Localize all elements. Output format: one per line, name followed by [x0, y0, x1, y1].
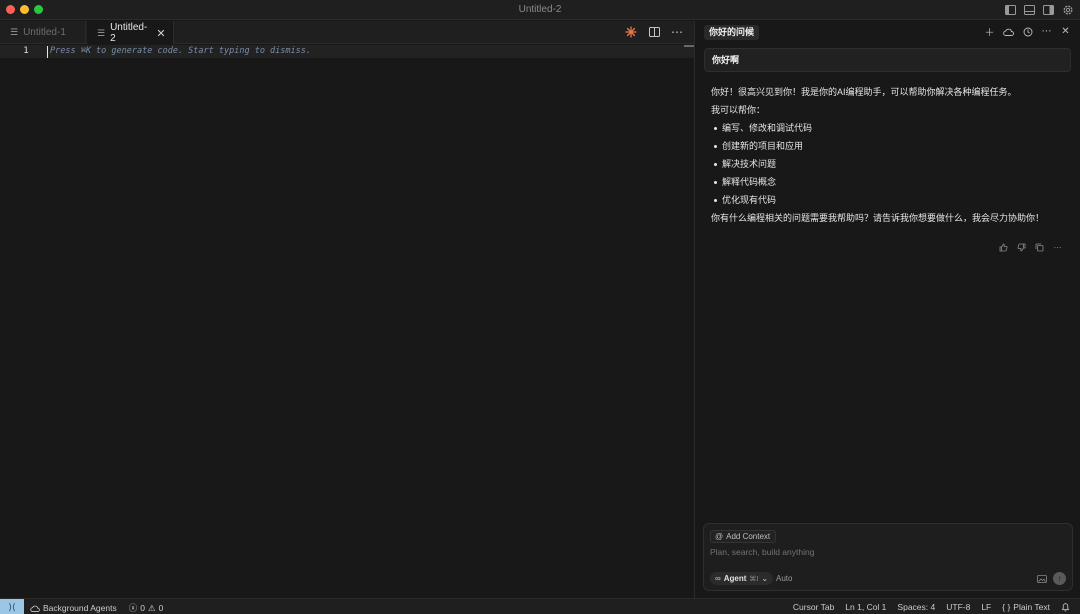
chat-input[interactable] — [710, 547, 1065, 557]
more-actions-icon[interactable]: ⋯ — [670, 25, 684, 39]
code-editor[interactable]: 1 Press ⌘K to generate code. Start typin… — [0, 45, 694, 598]
add-context-label: Add Context — [726, 532, 771, 541]
agent-mode-selector[interactable]: ∞ Agent ⌘I ⌄ — [710, 572, 774, 585]
chat-header: 你好的问候 ＋ ⋯ ✕ — [695, 21, 1080, 44]
toggle-secondary-sidebar-icon[interactable] — [1042, 3, 1055, 16]
toggle-primary-sidebar-icon[interactable] — [1004, 3, 1017, 16]
image-upload-icon[interactable] — [1037, 574, 1047, 584]
assistant-reply: 你好！很高兴见到你！我是你的AI编程助手，可以帮助你解决各种编程任务。 我可以帮… — [711, 83, 1066, 227]
more-icon[interactable]: ⋯ — [1041, 26, 1052, 37]
warning-count: 0 — [158, 603, 164, 613]
language-mode[interactable]: { } Plain Text — [1002, 602, 1050, 612]
title-bar: Untitled-2 — [0, 0, 1080, 20]
cursor-position[interactable]: Ln 1, Col 1 — [845, 602, 886, 612]
editor-pane: ☰ Untitled-1 ☰ Untitled-2 ✕ ⋯ 1 Press ⌘K… — [0, 21, 694, 598]
problems-indicator[interactable]: ⓧ 0 ⚠ 0 — [129, 602, 164, 614]
user-message[interactable]: 你好啊 — [704, 48, 1071, 72]
thumbs-down-icon[interactable] — [1017, 243, 1026, 252]
message-feedback: ⋯ — [999, 243, 1062, 252]
send-button[interactable]: ↑ — [1053, 572, 1066, 585]
eol-status[interactable]: LF — [981, 602, 991, 612]
reply-intro: 你好！很高兴见到你！我是你的AI编程助手，可以帮助你解决各种编程任务。 — [711, 87, 1017, 97]
scrollbar-marker — [684, 45, 694, 47]
copy-icon[interactable] — [1035, 243, 1044, 252]
model-selector[interactable]: Auto — [776, 574, 792, 583]
text-cursor — [47, 46, 48, 58]
close-icon[interactable]: ✕ — [1060, 26, 1071, 37]
split-editor-icon[interactable] — [647, 25, 661, 39]
error-icon: ⓧ — [128, 603, 138, 613]
infinity-icon: ∞ — [715, 574, 721, 583]
indentation-status[interactable]: Spaces: 4 — [897, 602, 935, 612]
agent-shortcut: ⌘I — [749, 575, 759, 583]
notifications-bell-icon[interactable] — [1061, 602, 1070, 612]
list-item: 创建新的项目和应用 — [711, 137, 1066, 155]
tab-untitled-2[interactable]: ☰ Untitled-2 ✕ — [87, 21, 174, 45]
tab-label: Untitled-2 — [110, 22, 148, 44]
more-icon[interactable]: ⋯ — [1053, 243, 1062, 252]
text-file-icon: ☰ — [97, 27, 106, 38]
chat-composer: @ Add Context ∞ Agent ⌘I ⌄ Auto ↑ — [703, 523, 1073, 591]
encoding-status[interactable]: UTF-8 — [946, 602, 970, 612]
list-item: 解决技术问题 — [711, 155, 1066, 173]
warning-icon: ⚠ — [147, 602, 156, 613]
settings-gear-icon[interactable] — [1061, 3, 1074, 16]
tab-untitled-1[interactable]: ☰ Untitled-1 — [0, 21, 86, 44]
chat-tab-title[interactable]: 你好的问候 — [704, 25, 760, 40]
window-title: Untitled-2 — [518, 4, 562, 15]
close-tab-icon[interactable]: ✕ — [156, 27, 165, 40]
chat-pane: 你好的问候 ＋ ⋯ ✕ 你好啊 你好！很高兴见到你！我是你的AI编程助手，可以帮… — [695, 21, 1080, 598]
cursor-tab-status[interactable]: Cursor Tab — [793, 602, 834, 612]
braces-icon: { } — [1002, 602, 1011, 612]
line-number: 1 — [23, 46, 29, 56]
history-icon[interactable] — [1022, 26, 1033, 37]
text-file-icon: ☰ — [10, 27, 19, 37]
agent-mode-label: Agent — [723, 574, 747, 583]
cursor-sparkle-icon[interactable] — [624, 25, 638, 39]
new-chat-icon[interactable]: ＋ — [984, 26, 995, 39]
list-item: 优化现有代码 — [711, 191, 1066, 209]
add-context-button[interactable]: @ Add Context — [710, 530, 777, 543]
toggle-panel-icon[interactable] — [1023, 3, 1036, 16]
list-item: 编写、修改和调试代码 — [711, 119, 1066, 137]
remote-connection-icon[interactable]: ⟩⟨ — [0, 599, 24, 614]
status-bar: ⟩⟨ Background Agents ⓧ 0 ⚠ 0 Cursor Tab … — [0, 598, 1080, 614]
error-count: 0 — [140, 603, 145, 613]
language-label: Plain Text — [1013, 602, 1050, 612]
editor-tab-bar: ☰ Untitled-1 ☰ Untitled-2 ✕ ⋯ — [0, 21, 694, 45]
generate-code-hint: Press ⌘K to generate code. Start typing … — [50, 46, 311, 56]
background-agents-button[interactable]: Background Agents — [30, 603, 117, 613]
list-item: 解释代码概念 — [711, 173, 1066, 191]
reply-closing: 你有什么编程相关的问题需要我帮助吗？请告诉我你想要做什么，我会尽力协助你！ — [711, 213, 1045, 223]
reply-lead: 我可以帮你： — [711, 105, 766, 115]
tab-label: Untitled-1 — [23, 27, 66, 38]
thumbs-up-icon[interactable] — [999, 243, 1008, 252]
background-agents-label: Background Agents — [43, 603, 117, 613]
at-sign-icon: @ — [715, 532, 724, 541]
chevron-down-icon: ⌄ — [761, 574, 769, 583]
cloud-icon[interactable] — [1003, 26, 1014, 37]
cloud-icon — [30, 605, 40, 612]
reply-list: 编写、修改和调试代码 创建新的项目和应用 解决技术问题 解释代码概念 优化现有代… — [711, 119, 1066, 209]
